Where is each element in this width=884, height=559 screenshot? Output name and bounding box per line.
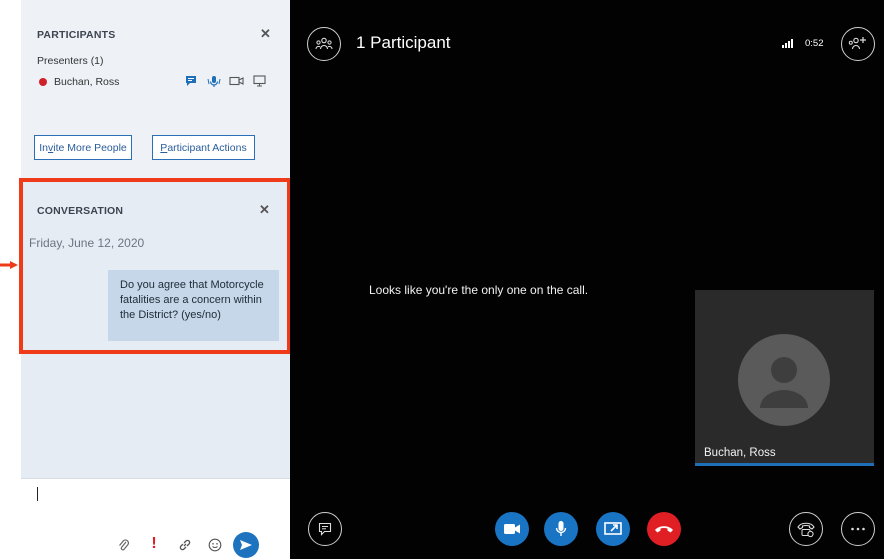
call-stage: 1 Participant 0:52 Looks like you're the… bbox=[290, 0, 884, 559]
send-button[interactable] bbox=[233, 532, 259, 558]
more-options-button[interactable] bbox=[841, 512, 875, 546]
self-video-preview: Buchan, Ross bbox=[695, 290, 874, 466]
presence-busy-icon bbox=[39, 78, 47, 86]
smiley-icon[interactable] bbox=[207, 537, 223, 553]
message-compose-input[interactable]: ! bbox=[21, 478, 290, 559]
conversation-close-icon[interactable]: ✕ bbox=[259, 202, 270, 218]
microphone-icon bbox=[555, 521, 567, 536]
im-chat-icon[interactable] bbox=[184, 74, 198, 88]
only-one-on-call-message: Looks like you're the only one on the ca… bbox=[369, 283, 589, 297]
importance-exclamation-icon[interactable]: ! bbox=[148, 535, 160, 553]
message-bubble: Do you agree that Motorcycle fatalities … bbox=[108, 270, 279, 341]
call-timer: 0:52 bbox=[805, 38, 824, 49]
conversation-title: CONVERSATION bbox=[37, 205, 124, 217]
call-title: 1 Participant bbox=[356, 33, 451, 52]
avatar-placeholder-icon bbox=[738, 334, 830, 426]
participants-close-icon[interactable]: ✕ bbox=[260, 26, 271, 42]
invite-more-people-button[interactable]: In v ite More People bbox=[34, 135, 132, 160]
presenter-name[interactable]: Buchan, Ross bbox=[54, 76, 119, 88]
paperclip-icon[interactable] bbox=[117, 537, 131, 553]
link-icon[interactable] bbox=[177, 537, 193, 553]
presenters-label: Presenters (1) bbox=[37, 55, 104, 67]
people-icon bbox=[315, 37, 333, 50]
chat-toggle-button[interactable] bbox=[308, 512, 342, 546]
red-arrow-pointer-icon bbox=[0, 261, 18, 269]
screen-share-icon[interactable] bbox=[251, 74, 267, 88]
hang-up-button[interactable] bbox=[647, 512, 681, 546]
call-controls-button[interactable] bbox=[789, 512, 823, 546]
send-icon bbox=[240, 540, 252, 550]
participant-actions-button[interactable]: Participant Actions bbox=[152, 135, 255, 160]
chat-icon bbox=[318, 522, 332, 536]
text-caret bbox=[37, 487, 38, 501]
conversation-date: Friday, June 12, 2020 bbox=[29, 236, 145, 250]
left-panel: PARTICIPANTS ✕ Presenters (1) Buchan, Ro… bbox=[21, 0, 290, 559]
video-button[interactable] bbox=[495, 512, 529, 546]
add-person-icon bbox=[848, 37, 866, 50]
present-content-button[interactable] bbox=[596, 512, 630, 546]
more-options-icon bbox=[851, 527, 865, 531]
signal-bars-icon bbox=[782, 39, 793, 48]
phone-settings-icon bbox=[797, 522, 815, 538]
participants-title: PARTICIPANTS bbox=[37, 29, 116, 41]
hang-up-icon bbox=[655, 526, 673, 533]
add-people-button[interactable] bbox=[841, 27, 875, 61]
participants-section: PARTICIPANTS ✕ Presenters (1) Buchan, Ro… bbox=[21, 0, 290, 178]
self-video-accent-bar bbox=[695, 463, 874, 466]
participants-panel-button[interactable] bbox=[307, 27, 341, 61]
microphone-button[interactable] bbox=[544, 512, 578, 546]
present-screen-icon bbox=[604, 522, 622, 535]
video-icon[interactable] bbox=[228, 74, 244, 88]
video-camera-icon bbox=[504, 524, 520, 534]
self-video-name: Buchan, Ross bbox=[704, 447, 776, 459]
audio-active-icon[interactable] bbox=[206, 74, 222, 88]
